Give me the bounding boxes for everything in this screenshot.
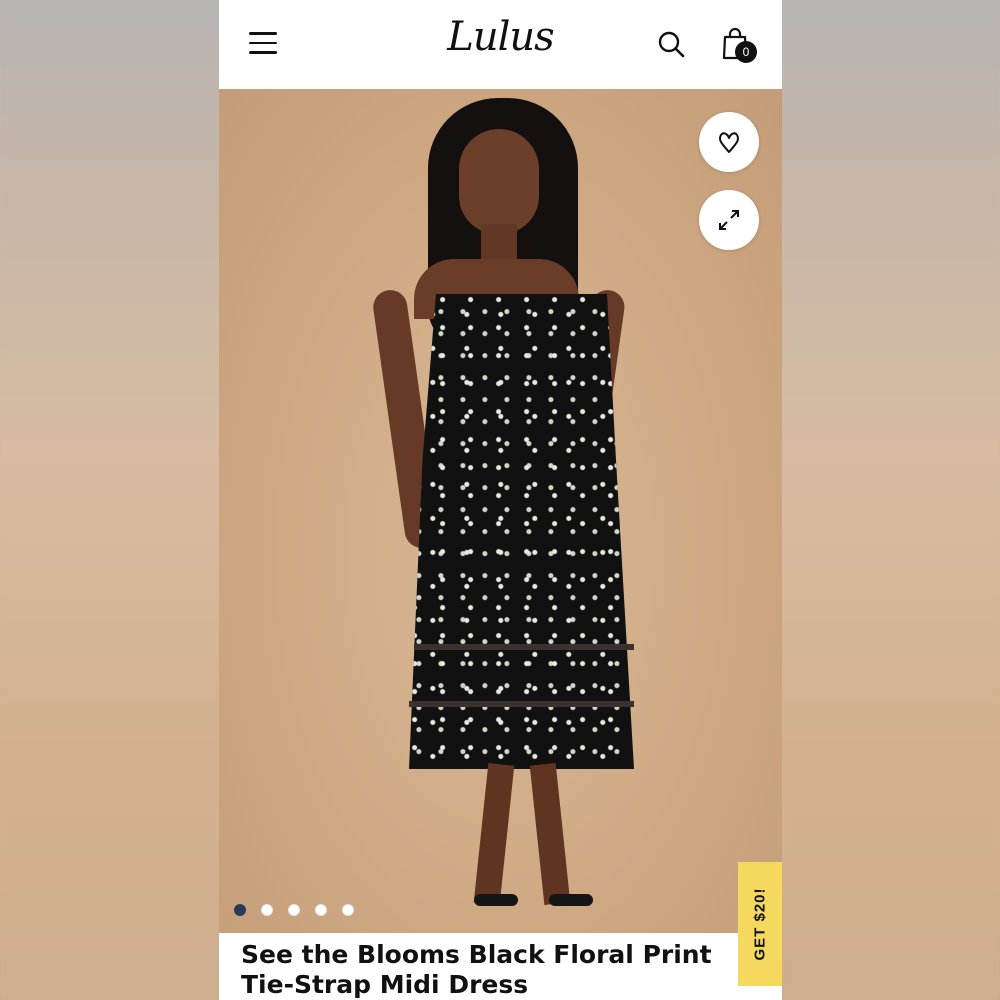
carousel-dot[interactable] [315, 904, 327, 916]
blurred-background-right [782, 0, 1000, 1000]
promo-tab[interactable]: GET $20! [738, 862, 782, 986]
lulus-logo[interactable]: Lulus [447, 14, 554, 60]
model-leg-left [473, 763, 515, 905]
product-image[interactable] [219, 89, 782, 933]
carousel-dot[interactable] [261, 904, 273, 916]
blurred-background-left [0, 0, 219, 1000]
sandal-left [474, 894, 518, 906]
dress-lace-trim [409, 701, 634, 707]
carousel-dot[interactable] [234, 904, 246, 916]
site-header: Lulus 0 [219, 0, 782, 89]
expand-arrows-icon [719, 210, 739, 230]
cart-count-badge: 0 [735, 41, 757, 63]
carousel-dot[interactable] [342, 904, 354, 916]
carousel-dot[interactable] [288, 904, 300, 916]
carousel-indicators [234, 904, 354, 916]
expand-image-button[interactable] [699, 190, 759, 250]
product-title: See the Blooms Black Floral Print Tie-St… [241, 940, 712, 999]
sandal-right [549, 894, 593, 906]
dress-lace-trim [414, 644, 634, 650]
model-face [459, 129, 539, 234]
heart-icon [719, 132, 739, 153]
floral-dress [409, 294, 634, 769]
favorite-button[interactable] [699, 112, 759, 172]
promo-label: GET $20! [751, 887, 769, 961]
model-leg-right [529, 763, 571, 905]
search-icon[interactable] [657, 30, 685, 58]
hamburger-menu-icon[interactable] [249, 32, 277, 54]
mobile-screen: Lulus 0 GET $20! See the Blooms Black Fl… [219, 0, 782, 1000]
